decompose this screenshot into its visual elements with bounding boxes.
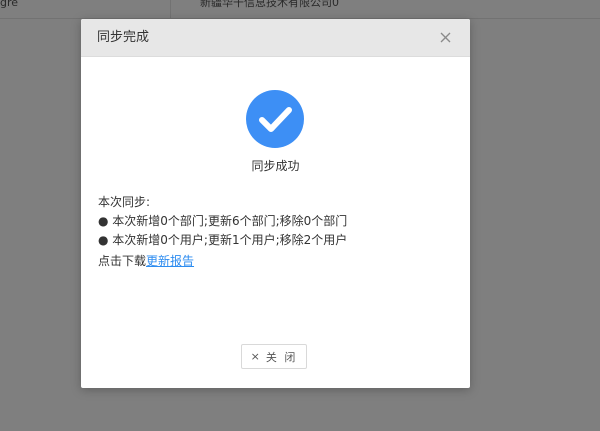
download-prefix: 点击下载 — [98, 254, 147, 268]
close-icon[interactable] — [437, 29, 454, 46]
details-line-users: ● 本次新增0个用户;更新1个用户;移除2个用户 — [98, 233, 348, 247]
close-button-label: 关 闭 — [265, 350, 298, 364]
download-row: 点击下载更新报告 — [98, 252, 194, 269]
dialog-header: 同步完成 — [81, 19, 470, 57]
success-message: 同步成功 — [251, 159, 300, 173]
download-report-link[interactable]: 更新报告 — [146, 254, 194, 268]
details-line-departments: ● 本次新增0个部门;更新6个部门;移除0个部门 — [98, 214, 348, 228]
page: gre 新疆华干信息技术有限公司0 同步完成 同步成功 本次同步: ● 本次新增… — [0, 0, 600, 431]
sync-details: 本次同步: ● 本次新增0个部门;更新6个部门;移除0个部门 ● 本次新增0个用… — [98, 193, 347, 250]
close-button[interactable]: × 关 闭 — [241, 344, 307, 369]
dialog-title: 同步完成 — [97, 30, 150, 45]
sync-complete-dialog: 同步完成 同步成功 本次同步: ● 本次新增0个部门;更新6个部门;移除0个部门… — [81, 19, 470, 388]
close-button-icon: × — [250, 350, 260, 363]
details-heading: 本次同步: — [98, 195, 151, 209]
check-circle-icon — [246, 90, 304, 148]
